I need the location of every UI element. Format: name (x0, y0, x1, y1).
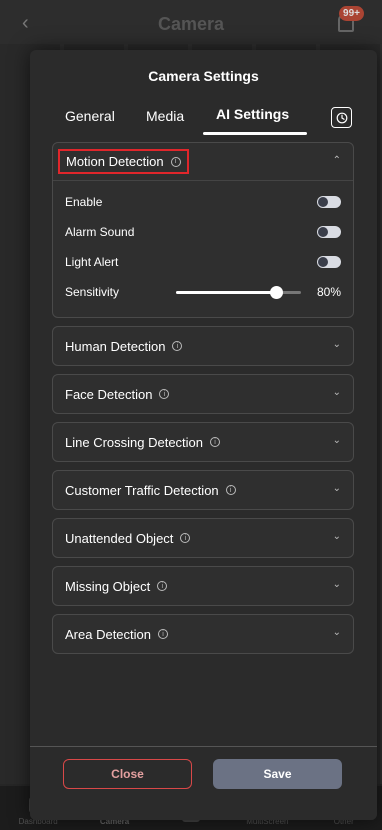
settings-tabs: General Media AI Settings (30, 106, 377, 136)
active-tab-indicator (203, 132, 307, 135)
info-icon[interactable]: i (180, 533, 191, 543)
panel-motion-detection: Motion Detection i ⌃ Enable Alarm Sound … (52, 142, 354, 318)
panel-unattended-object: Unattended Object i ⌄ (52, 518, 354, 558)
chevron-down-icon: ⌄ (332, 387, 341, 398)
panel-header-motion-detection[interactable]: Motion Detection i ⌃ (53, 143, 353, 181)
highlight-box: Motion Detection i (58, 149, 189, 174)
slider-fill (176, 290, 276, 294)
background-title: Camera (157, 14, 225, 34)
close-button[interactable]: Close (63, 759, 192, 789)
motion-detection-body: Enable Alarm Sound Light Alert Sensitivi… (53, 181, 353, 317)
panel-label: Unattended Object (65, 530, 174, 546)
light-alert-toggle[interactable] (317, 256, 341, 268)
panel-face-detection: Face Detection i ⌄ (52, 374, 354, 414)
chevron-down-icon: ⌄ (332, 435, 341, 446)
panel-header-unattended-object[interactable]: Unattended Object i ⌄ (53, 519, 353, 557)
panel-label: Motion Detection (66, 154, 164, 169)
slider-handle[interactable] (270, 285, 283, 299)
modal-title: Camera Settings (148, 68, 259, 84)
panel-customer-traffic-detection: Customer Traffic Detection i ⌄ (52, 470, 354, 510)
sensitivity-slider[interactable] (176, 285, 301, 299)
row-alarm-sound: Alarm Sound (65, 217, 341, 247)
row-label: Light Alert (65, 255, 119, 269)
chevron-down-icon: ⌄ (332, 531, 341, 542)
panel-area-detection: Area Detection i ⌄ (52, 614, 354, 654)
row-label: Alarm Sound (65, 225, 135, 239)
info-icon[interactable]: i (157, 581, 168, 591)
panel-header-customer-traffic-detection[interactable]: Customer Traffic Detection i ⌄ (53, 471, 353, 509)
panel-header-face-detection[interactable]: Face Detection i ⌄ (53, 375, 353, 413)
row-label: Enable (65, 195, 103, 209)
chevron-down-icon: ⌄ (332, 579, 341, 590)
sensitivity-value: 80% (316, 285, 341, 299)
background-topbar: ‹ Camera 99+ (0, 0, 382, 44)
clock-icon (336, 112, 347, 123)
panel-label: Line Crossing Detection (65, 434, 204, 450)
panel-header-line-crossing-detection[interactable]: Line Crossing Detection i ⌄ (53, 423, 353, 461)
save-button[interactable]: Save (213, 759, 342, 789)
panel-label: Customer Traffic Detection (65, 482, 219, 498)
panel-label: Missing Object (65, 578, 151, 594)
info-icon[interactable]: i (225, 485, 236, 495)
panel-header-missing-object[interactable]: Missing Object i ⌄ (53, 567, 353, 605)
tab-ai-settings[interactable]: AI Settings (216, 106, 289, 122)
panel-header-area-detection[interactable]: Area Detection i ⌄ (53, 615, 353, 653)
chevron-up-icon: ⌃ (332, 155, 341, 166)
panel-line-crossing-detection: Line Crossing Detection i ⌄ (52, 422, 354, 462)
info-icon[interactable]: i (210, 437, 221, 447)
panel-label: Human Detection (65, 338, 166, 354)
info-icon[interactable]: i (159, 389, 170, 399)
row-light-alert: Light Alert (65, 247, 341, 277)
collapsed-panels: Human Detection i ⌄ Face Detection i ⌄ Line Cr… (52, 326, 354, 654)
row-sensitivity: Sensitivity 80% (65, 277, 341, 307)
panel-human-detection: Human Detection i ⌄ (52, 326, 354, 366)
camera-settings-modal: Camera Settings General Media AI Setting… (30, 50, 377, 820)
chevron-down-icon: ⌄ (332, 339, 341, 350)
tab-media[interactable]: Media (146, 108, 184, 124)
info-icon[interactable]: i (170, 156, 181, 167)
modal-footer: Close Save (30, 746, 377, 820)
panel-header-human-detection[interactable]: Human Detection i ⌄ (53, 327, 353, 365)
schedule-button[interactable] (331, 107, 352, 128)
alarm-sound-toggle[interactable] (317, 226, 341, 238)
row-enable: Enable (65, 187, 341, 217)
tab-general[interactable]: General (65, 108, 115, 124)
info-icon[interactable]: i (172, 341, 183, 351)
row-label: Sensitivity (65, 285, 120, 299)
panel-missing-object: Missing Object i ⌄ (52, 566, 354, 606)
chevron-down-icon: ⌄ (332, 627, 341, 638)
panel-label: Area Detection (65, 626, 151, 642)
panel-label: Face Detection (65, 386, 153, 402)
ai-settings-panels: Motion Detection i ⌃ Enable Alarm Sound … (52, 142, 354, 662)
info-icon[interactable]: i (158, 629, 168, 639)
notification-badge: 99+ (339, 6, 364, 21)
sensitivity-control: 80% (176, 285, 341, 299)
enable-toggle[interactable] (317, 196, 341, 208)
chevron-down-icon: ⌄ (332, 483, 341, 494)
